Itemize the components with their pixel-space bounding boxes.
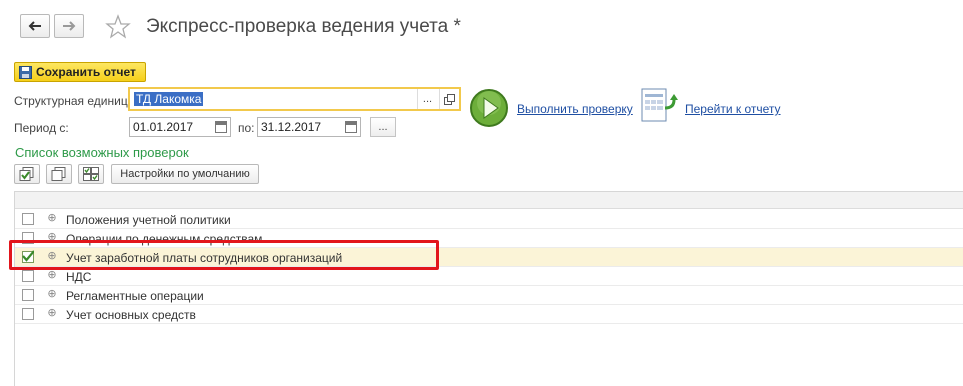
org-select-button[interactable]: ...: [417, 89, 437, 109]
table-row[interactable]: ⊕ Учет основных средств: [15, 305, 963, 324]
favorite-star-icon[interactable]: [105, 14, 131, 40]
save-report-label: Сохранить отчет: [36, 65, 136, 79]
calendar-icon[interactable]: [345, 121, 357, 133]
row-checkbox-checked[interactable]: [22, 250, 34, 263]
date-to-field[interactable]: 31.12.2017: [257, 117, 361, 137]
calendar-icon[interactable]: [215, 121, 227, 133]
table-row-selected[interactable]: ⊕ Учет заработной платы сотрудников орга…: [15, 248, 963, 267]
arrow-left-icon: [28, 21, 41, 31]
report-icon[interactable]: [638, 86, 678, 126]
row-checkbox[interactable]: [22, 270, 34, 282]
row-checkbox[interactable]: [22, 213, 34, 225]
expand-plus-icon[interactable]: ⊕: [47, 213, 57, 224]
forward-button[interactable]: [54, 14, 84, 38]
row-label: НДС: [66, 270, 92, 284]
table-row[interactable]: ⊕ Операции по денежным средствам: [15, 229, 963, 248]
org-unit-label: Структурная единица:: [14, 94, 138, 108]
row-label: Операции по денежным средствам: [66, 232, 263, 246]
org-unit-field[interactable]: ТД Лакомка ...: [128, 87, 461, 111]
table-row[interactable]: ⊕ НДС: [15, 267, 963, 286]
expand-plus-icon[interactable]: ⊕: [47, 232, 57, 243]
row-checkbox[interactable]: [22, 308, 34, 320]
checkmark-icon: [22, 250, 34, 262]
table-header: [15, 192, 963, 209]
row-label: Положения учетной политики: [66, 213, 231, 227]
row-checkbox[interactable]: [22, 289, 34, 301]
uncheck-all-button[interactable]: [46, 164, 72, 184]
default-settings-button[interactable]: Настройки по умолчанию: [111, 164, 259, 184]
run-check-icon[interactable]: [469, 88, 509, 128]
period-select-label: ...: [378, 121, 388, 133]
row-checkbox[interactable]: [22, 232, 34, 244]
run-check-link[interactable]: Выполнить проверку: [517, 102, 633, 116]
expand-plus-icon[interactable]: ⊕: [47, 289, 57, 300]
row-label: Регламентные операции: [66, 289, 204, 303]
expand-plus-icon[interactable]: ⊕: [47, 270, 57, 281]
period-from-label: Период с:: [14, 121, 69, 135]
go-to-report-link[interactable]: Перейти к отчету: [685, 102, 781, 116]
date-from-value: 01.01.2017: [133, 120, 194, 134]
open-org-button[interactable]: [439, 89, 459, 109]
arrow-right-icon: [63, 21, 76, 31]
expand-plus-icon[interactable]: ⊕: [47, 308, 57, 319]
date-from-field[interactable]: 01.01.2017: [129, 117, 231, 137]
page-title: Экспресс-проверка ведения учета *: [146, 16, 461, 37]
period-to-label: по:: [238, 121, 255, 135]
check-all-icon: [19, 167, 34, 181]
expand-plus-icon[interactable]: ⊕: [47, 251, 57, 262]
org-unit-value: ТД Лакомка: [134, 92, 204, 106]
date-to-value: 31.12.2017: [261, 120, 322, 134]
row-label: Учет основных средств: [66, 308, 196, 322]
table-row[interactable]: ⊕ Положения учетной политики: [15, 210, 963, 229]
default-settings-label: Настройки по умолчанию: [120, 168, 250, 180]
row-label: Учет заработной платы сотрудников органи…: [66, 251, 343, 265]
open-window-icon: [444, 93, 455, 105]
period-select-button[interactable]: ...: [370, 117, 396, 137]
floppy-disk-icon: [19, 65, 32, 79]
check-all-button[interactable]: [14, 164, 40, 184]
toggle-checks-button[interactable]: [78, 164, 104, 184]
checks-section-title: Список возможных проверок: [15, 145, 189, 160]
table-row[interactable]: ⊕ Регламентные операции: [15, 286, 963, 305]
save-report-button[interactable]: Сохранить отчет: [14, 62, 146, 82]
checks-table: ⊕ Положения учетной политики ⊕ Операции …: [14, 191, 963, 386]
org-select-label: ...: [422, 93, 433, 105]
back-button[interactable]: [20, 14, 50, 38]
toggle-checks-icon: [83, 167, 99, 181]
uncheck-all-icon: [51, 167, 66, 181]
